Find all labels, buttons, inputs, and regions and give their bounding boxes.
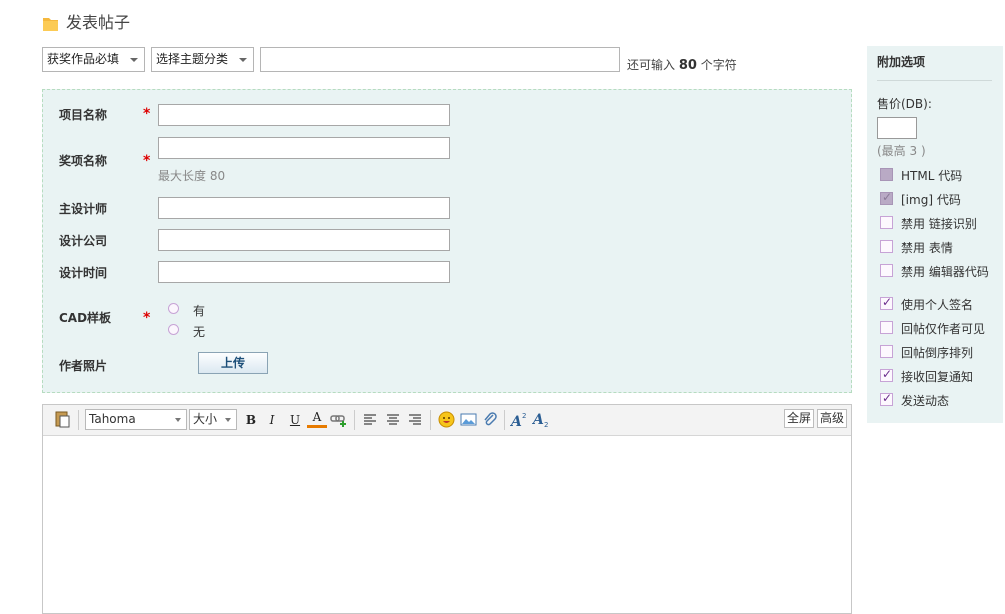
required-mark: * (143, 310, 151, 326)
cad-label: CAD样板 (59, 311, 112, 325)
option-label: HTML 代码 (901, 169, 963, 183)
svg-text:A: A (532, 412, 544, 428)
cad-no-radio[interactable] (168, 324, 179, 335)
font-size-select[interactable]: 大小 (189, 409, 237, 430)
remaining-chars: 还可输入 80 个字符 (627, 56, 737, 73)
option-checkbox[interactable] (880, 240, 893, 253)
svg-text:2: 2 (544, 421, 548, 428)
toolbar-separator (354, 410, 355, 430)
option-label: 发送动态 (901, 394, 950, 408)
align-left-icon[interactable] (362, 412, 378, 428)
topic-select[interactable]: 选择主题分类 (151, 47, 254, 72)
option-checkbox (880, 168, 893, 181)
page-title: 发表帖子 (66, 13, 131, 32)
award-name-input[interactable] (158, 137, 450, 159)
award-select-value: 获奖作品必填 (47, 52, 120, 66)
max-length-hint: 最大长度 80 (158, 169, 226, 183)
bold-button[interactable]: B (241, 410, 261, 430)
chevron-down-icon (175, 418, 181, 422)
font-family-select[interactable]: Tahoma (85, 409, 187, 430)
smiley-icon[interactable] (438, 411, 455, 428)
topic-select-value: 选择主题分类 (156, 52, 229, 66)
toolbar-separator (430, 410, 431, 430)
divider (877, 80, 992, 81)
option-checkbox[interactable] (880, 367, 893, 382)
paste-icon[interactable] (54, 410, 72, 428)
subscript-icon[interactable]: A 2 (532, 411, 550, 428)
remaining-suffix: 个字符 (700, 58, 737, 72)
design-time-label: 设计时间 (59, 266, 108, 280)
svg-text:2: 2 (522, 412, 526, 420)
option-checkbox (880, 190, 893, 205)
option-label: 禁用 链接识别 (901, 217, 977, 231)
project-name-input[interactable] (158, 104, 450, 126)
company-input[interactable] (158, 229, 450, 251)
upload-button[interactable]: 上传 (198, 352, 268, 374)
remaining-prefix: 还可输入 (627, 58, 676, 72)
toolbar-separator (78, 410, 79, 430)
link-add-icon[interactable] (330, 412, 348, 428)
align-right-icon[interactable] (407, 412, 423, 428)
award-select[interactable]: 获奖作品必填 (42, 47, 145, 72)
font-family-value: Tahoma (89, 412, 136, 426)
option-checkbox[interactable] (880, 264, 893, 277)
chevron-down-icon (225, 418, 231, 422)
option-checkbox[interactable] (880, 391, 893, 406)
option-label: 接收回复通知 (901, 370, 974, 384)
align-center-icon[interactable] (385, 412, 401, 428)
photo-label: 作者照片 (59, 359, 108, 373)
chevron-down-icon (130, 58, 138, 62)
design-time-input[interactable] (158, 261, 450, 283)
underline-button[interactable]: U (285, 410, 305, 430)
option-checkbox[interactable] (880, 345, 893, 358)
designer-input[interactable] (158, 197, 450, 219)
designer-label: 主设计师 (59, 202, 108, 216)
option-label: 禁用 表情 (901, 241, 953, 255)
fullscreen-button[interactable]: 全屏 (784, 409, 815, 428)
cad-yes-label: 有 (193, 304, 206, 318)
folder-icon (43, 18, 58, 31)
toolbar-separator (504, 410, 505, 430)
attachment-icon[interactable] (482, 411, 498, 428)
extra-options-title: 附加选项 (877, 55, 926, 69)
superscript-icon[interactable]: A 2 (510, 411, 528, 428)
project-name-label: 项目名称 (59, 108, 108, 122)
cad-no-label: 无 (193, 325, 206, 339)
cad-yes-radio[interactable] (168, 303, 179, 314)
option-checkbox[interactable] (880, 295, 893, 310)
advanced-button[interactable]: 高级 (817, 409, 848, 428)
svg-text:A: A (510, 414, 522, 428)
font-size-value: 大小 (193, 412, 218, 426)
option-label: 回帖仅作者可见 (901, 322, 986, 336)
option-label: [img] 代码 (901, 193, 961, 207)
italic-button[interactable]: I (262, 410, 282, 430)
image-icon[interactable] (460, 412, 477, 427)
chevron-down-icon (239, 58, 247, 62)
required-mark: * (143, 106, 151, 122)
required-mark: * (143, 153, 151, 169)
remaining-count: 80 (678, 58, 697, 73)
font-color-button[interactable]: A (307, 408, 327, 428)
option-label: 回帖倒序排列 (901, 346, 974, 360)
price-input[interactable] (877, 117, 917, 139)
subject-input[interactable] (260, 47, 620, 72)
company-label: 设计公司 (59, 234, 108, 248)
price-max-note: (最高 3 ) (877, 144, 926, 158)
price-label: 售价(DB): (877, 97, 932, 111)
award-name-label: 奖项名称 (59, 154, 108, 168)
option-label: 使用个人签名 (901, 298, 974, 312)
option-checkbox[interactable] (880, 216, 893, 229)
option-checkbox[interactable] (880, 321, 893, 334)
option-label: 禁用 编辑器代码 (901, 265, 989, 279)
